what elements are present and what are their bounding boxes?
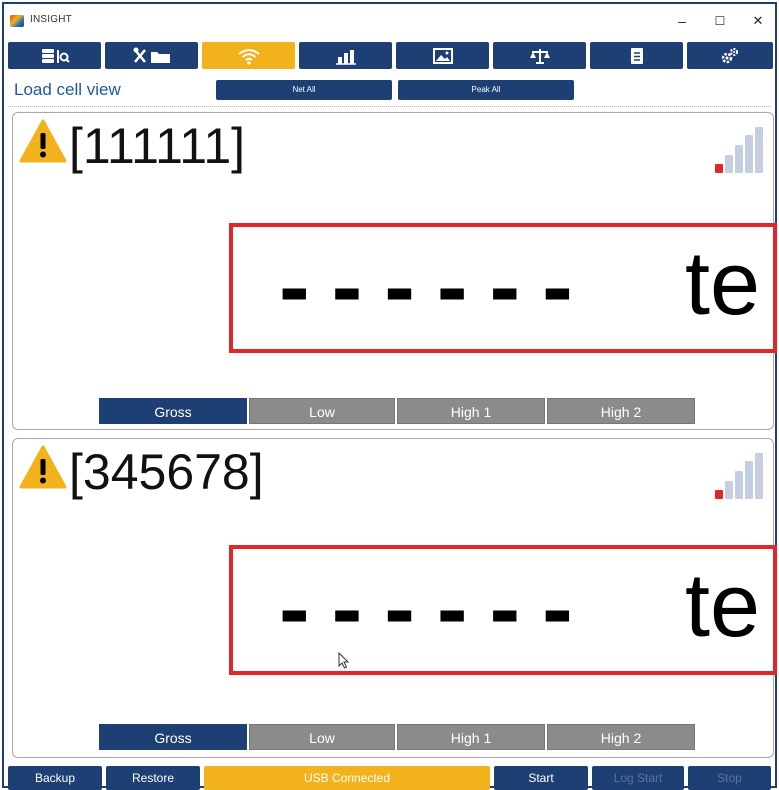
mode-low-button[interactable]: Low xyxy=(249,398,395,424)
title-bar: INSIGHT – ☐ ✕ xyxy=(4,4,775,36)
reading-value: ------ xyxy=(279,558,595,660)
view-header: Load cell view Net All Peak All xyxy=(4,74,775,104)
toolbar-settings-button[interactable] xyxy=(687,42,773,69)
reading-display: ------ te xyxy=(229,223,777,353)
main-toolbar xyxy=(8,42,773,69)
mode-high2-button[interactable]: High 2 xyxy=(547,724,695,750)
reading-value: ------ xyxy=(279,236,595,338)
toolbar-tools-button[interactable] xyxy=(105,42,198,69)
start-button[interactable]: Start xyxy=(494,766,588,790)
app-window: INSIGHT – ☐ ✕ Load cell view Net All Pea… xyxy=(2,2,777,790)
signal-strength-icon xyxy=(715,453,763,499)
mode-gross-button[interactable]: Gross xyxy=(99,398,247,424)
document-icon xyxy=(630,47,643,64)
toolbar-database-button[interactable] xyxy=(8,42,101,69)
page-title: Load cell view xyxy=(14,80,121,99)
log-start-button[interactable]: Log Start xyxy=(592,766,684,790)
load-cell-id: [345678] xyxy=(69,444,264,500)
maximize-button[interactable]: ☐ xyxy=(702,8,738,34)
load-cell-id: [111111] xyxy=(69,118,246,174)
usb-status-indicator: USB Connected xyxy=(204,766,490,790)
scale-icon xyxy=(529,48,550,64)
tools-folder-icon xyxy=(133,47,170,63)
image-icon xyxy=(432,47,453,64)
mouse-cursor-icon xyxy=(338,652,350,669)
toolbar-scale-button[interactable] xyxy=(493,42,586,69)
warning-icon xyxy=(19,119,67,163)
mode-low-button[interactable]: Low xyxy=(249,724,395,750)
app-logo-icon xyxy=(10,15,24,27)
minimize-button[interactable]: – xyxy=(664,8,700,34)
toolbar-chart-button[interactable] xyxy=(299,42,392,69)
net-all-button[interactable]: Net All xyxy=(216,80,392,100)
settings-gears-icon xyxy=(721,47,738,63)
mode-high2-button[interactable]: High 2 xyxy=(547,398,695,424)
toolbar-image-button[interactable] xyxy=(396,42,489,69)
reading-unit: te xyxy=(685,234,761,334)
load-cell-panel: [111111] ------ te Gross Low High 1 High… xyxy=(12,112,777,430)
wifi-icon xyxy=(237,48,260,65)
peak-all-button[interactable]: Peak All xyxy=(398,80,574,100)
stop-button[interactable]: Stop xyxy=(688,766,771,790)
status-bar: Backup Restore USB Connected Start Log S… xyxy=(4,766,775,790)
close-button[interactable]: ✕ xyxy=(740,8,776,34)
divider xyxy=(8,106,771,107)
reading-unit: te xyxy=(685,556,761,656)
reading-display: ------ te xyxy=(229,545,777,675)
toolbar-document-button[interactable] xyxy=(590,42,683,69)
signal-strength-icon xyxy=(715,127,763,173)
mode-gross-button[interactable]: Gross xyxy=(99,724,247,750)
chart-icon xyxy=(335,49,356,65)
load-cell-panel: [345678] ------ te Gross Low High 1 High… xyxy=(12,438,777,758)
restore-button[interactable]: Restore xyxy=(106,766,200,790)
warning-icon xyxy=(19,445,67,489)
mode-high1-button[interactable]: High 1 xyxy=(397,724,545,750)
backup-button[interactable]: Backup xyxy=(8,766,102,790)
toolbar-wifi-button[interactable] xyxy=(202,42,295,69)
mode-high1-button[interactable]: High 1 xyxy=(397,398,545,424)
app-title: INSIGHT xyxy=(30,14,72,25)
database-search-icon xyxy=(41,48,70,63)
